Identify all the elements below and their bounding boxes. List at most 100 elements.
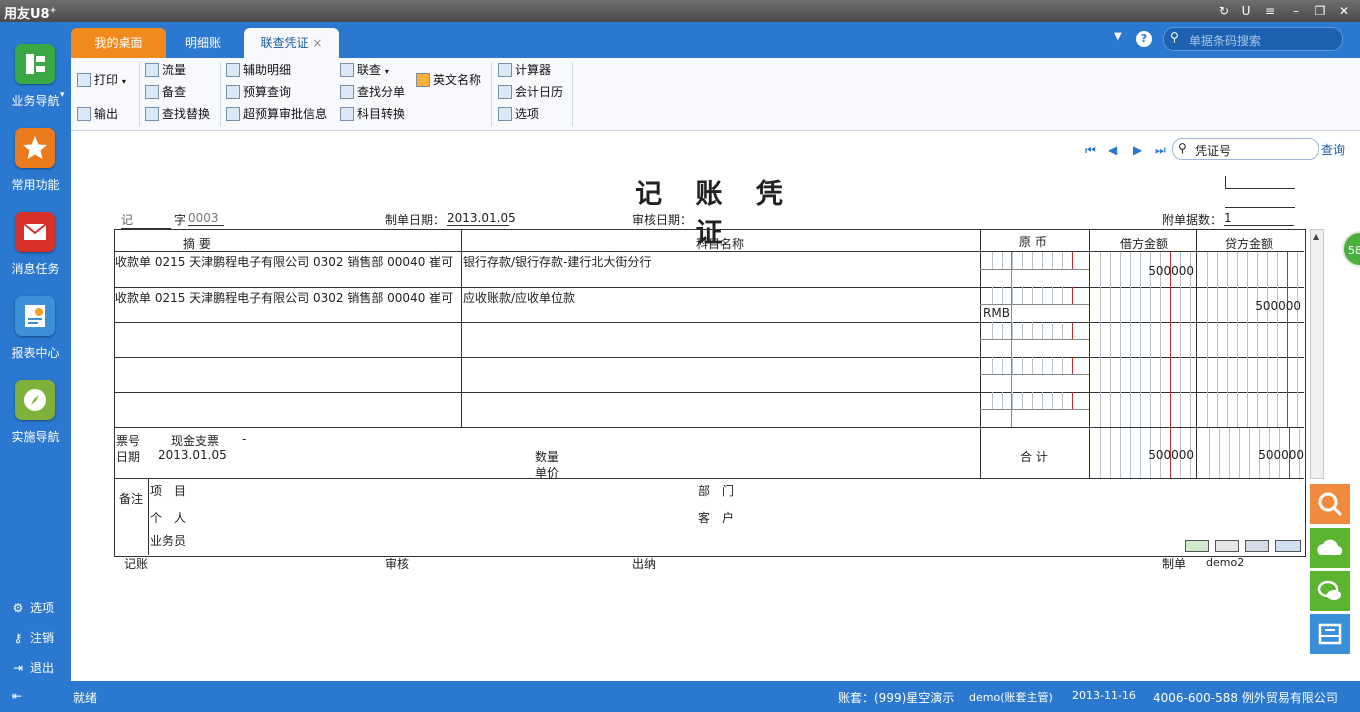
query-link[interactable]: 查询 — [1321, 141, 1345, 158]
link-query-button[interactable]: 联查 ▾ — [340, 60, 389, 80]
nav-common[interactable]: 常用功能 — [0, 128, 71, 208]
tab-detail-ledger[interactable]: 明细账 — [168, 28, 238, 58]
export-button[interactable]: 输出 — [77, 104, 118, 124]
footer-date-value: 2013.01.05 — [158, 448, 227, 462]
side-search-button[interactable] — [1310, 484, 1350, 524]
row1-summary[interactable]: 收款单 0215 天津鹏程电子有限公司 0302 销售部 00040 崔可 — [115, 253, 460, 270]
nav-report[interactable]: 报表中心 — [0, 296, 71, 376]
attachment-icon[interactable] — [1185, 540, 1209, 552]
app-logo: 用友U8+ — [4, 5, 57, 22]
voucher-number[interactable]: 0003 — [188, 211, 224, 226]
aux-detail-button[interactable]: 辅助明细 — [226, 60, 291, 80]
toolbar-separator — [491, 62, 492, 126]
last-record-icon[interactable]: ⏭ — [1155, 143, 1166, 158]
side-cloud-button[interactable] — [1310, 528, 1350, 568]
tab-my-desktop[interactable]: 我的桌面 — [71, 28, 166, 58]
message-icon — [15, 212, 55, 252]
customer-label: 客 户 — [698, 511, 735, 525]
aux-detail-icon — [226, 63, 240, 77]
next-record-icon[interactable]: ▶ — [1133, 143, 1142, 157]
grid-line — [980, 304, 1089, 305]
printer-icon — [77, 73, 91, 87]
row1-debit[interactable]: 500000 — [1092, 264, 1194, 278]
status-account: 账套：(999)星空演示 — [838, 691, 955, 705]
collapse-icon[interactable]: ⇤ — [12, 689, 22, 703]
attach-count[interactable]: 1 — [1224, 211, 1294, 226]
row4-summary[interactable] — [115, 359, 460, 391]
calculator-icon[interactable] — [1245, 540, 1269, 552]
nav-implement[interactable]: 实施导航 — [0, 380, 71, 460]
find-split-button[interactable]: 查找分单 — [340, 82, 405, 102]
nav-label: 常用功能 — [11, 178, 60, 192]
nav-label: 消息任务 — [11, 262, 60, 276]
status-date: 2013-11-16 — [1072, 689, 1136, 702]
calculator-button[interactable]: 计算器 — [498, 60, 551, 80]
toolbar-separator — [572, 62, 573, 126]
currency-grid — [982, 287, 1088, 304]
flow-button[interactable]: 流量 — [145, 60, 186, 80]
nav-message[interactable]: 消息任务 — [0, 212, 71, 292]
scroll-up-icon[interactable]: ▲ — [1313, 232, 1319, 241]
grid-line — [114, 478, 1304, 479]
chevron-down-icon[interactable] — [1275, 540, 1301, 552]
find-replace-icon — [145, 107, 159, 121]
vertical-scrollbar[interactable]: ▲ — [1310, 229, 1324, 479]
refresh-icon[interactable]: ↻ — [1216, 3, 1232, 19]
row1-subject[interactable]: 银行存款/银行存款-建行北大街分行 — [463, 253, 978, 270]
make-date[interactable]: 2013.01.05 — [447, 211, 516, 226]
menu-icon[interactable]: ≡ — [1262, 3, 1278, 19]
make-date-label: 制单日期： — [385, 213, 446, 227]
gear-icon: ⚙ — [12, 601, 24, 615]
row5-summary[interactable] — [115, 394, 460, 426]
calendar-button[interactable]: 会计日历 — [498, 82, 563, 102]
row4-subject[interactable] — [463, 359, 978, 391]
search-icon: ⚲ — [1178, 141, 1187, 155]
side-message-button[interactable] — [1310, 614, 1350, 654]
side-chat-button[interactable] — [1310, 571, 1350, 611]
maker-name: demo2 — [1206, 556, 1245, 569]
exit-link[interactable]: ⇥ 退出 — [10, 659, 54, 676]
backup-button[interactable]: 备查 — [145, 82, 186, 102]
barcode-search[interactable]: ⚲ 单据条码搜索 — [1163, 27, 1343, 51]
budget-query-button[interactable]: 预算查询 — [226, 82, 291, 102]
minimize-icon[interactable]: – — [1288, 3, 1304, 19]
over-budget-button[interactable]: 超预算审批信息 — [226, 104, 327, 124]
subject-convert-button[interactable]: 科目转换 — [340, 104, 405, 124]
row2-summary[interactable]: 收款单 0215 天津鹏程电子有限公司 0302 销售部 00040 崔可 — [115, 289, 460, 306]
prev-record-icon[interactable]: ◀ — [1108, 143, 1117, 157]
first-record-icon[interactable]: ⏮ — [1085, 143, 1096, 158]
voucher-type[interactable]: 记 — [121, 211, 171, 229]
grid-line — [980, 374, 1089, 375]
restore-icon[interactable]: ❐ — [1312, 3, 1328, 19]
search-icon: ⚲ — [1170, 30, 1179, 44]
voucher-number-input[interactable]: ⚲ 凭证号 — [1172, 138, 1319, 160]
row2-currency[interactable]: RMB — [983, 306, 1010, 320]
nav-business[interactable]: ▾ 业务导航 — [0, 44, 71, 124]
u-logo-icon[interactable]: U — [1238, 3, 1254, 19]
row2-subject[interactable]: 应收账款/应收单位款 — [463, 289, 978, 306]
row3-summary[interactable] — [115, 324, 460, 356]
total-credit: 500000 — [1258, 448, 1304, 462]
status-user: demo(账套主管) — [969, 691, 1053, 704]
options-link[interactable]: ⚙ 选项 — [10, 599, 54, 616]
row5-subject[interactable] — [463, 394, 978, 426]
nav-label: 实施导航 — [11, 430, 60, 444]
tab-linked-voucher[interactable]: 联查凭证 × — [244, 28, 339, 58]
row2-credit[interactable]: 500000 — [1199, 299, 1301, 313]
search-icon — [1318, 492, 1343, 517]
help-icon[interactable]: ? — [1136, 31, 1152, 47]
camera-icon[interactable] — [1215, 540, 1239, 552]
logout-link[interactable]: ⚷ 注销 — [10, 629, 54, 646]
options-button[interactable]: 选项 — [498, 104, 539, 124]
close-icon[interactable]: ✕ — [1336, 3, 1352, 19]
find-replace-button[interactable]: 查找替换 — [145, 104, 210, 124]
tab-close-icon[interactable]: × — [312, 36, 322, 50]
nav-label: 业务导航 — [11, 94, 60, 108]
dropdown-arrow-icon[interactable]: ▼ — [1114, 31, 1122, 42]
row3-subject[interactable] — [463, 324, 978, 356]
person-label: 个 人 — [150, 511, 187, 525]
print-button[interactable]: 打印 ▾ — [77, 70, 126, 90]
header-currency: 原 币 — [1019, 235, 1047, 249]
status-ready: 就绪 — [73, 691, 98, 705]
english-name-button[interactable]: 英文名称 — [416, 70, 481, 90]
